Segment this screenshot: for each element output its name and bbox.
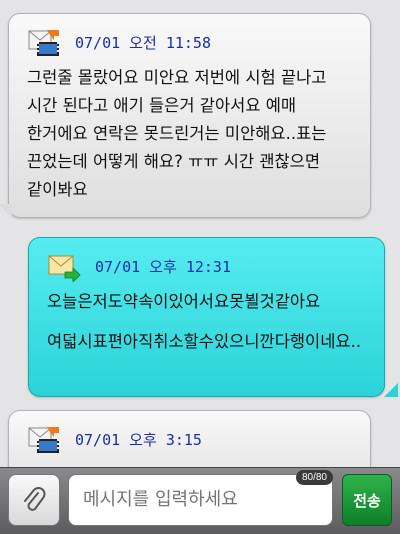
- bubble-tail: [384, 383, 398, 397]
- message-text: 그런줄 몰랐어요 미안요 저번에 시험 끝나고 시간 된다고 애기 들은거 같아…: [27, 68, 327, 199]
- mms-film-icon: [28, 427, 59, 453]
- received-message-bubble[interactable]: 07/01 오후 3:15: [8, 410, 371, 467]
- message-timestamp: 07/01 오후 12:31: [95, 258, 231, 276]
- received-message-bubble[interactable]: 07/01 오전 11:58 그런줄 몰랐어요 미안요 저번에 시험 끝나고 시…: [8, 13, 371, 218]
- attach-button[interactable]: [8, 474, 60, 526]
- message-composer: 80/80 전송: [0, 467, 400, 534]
- sent-message-bubble[interactable]: 07/01 오후 12:31 오늘은저도약속이있어서요못뵐것같아요 여덟시표편아…: [28, 237, 385, 397]
- paperclip-icon: [24, 487, 46, 511]
- message-input[interactable]: [68, 474, 333, 526]
- message-thread[interactable]: 07/01 오전 11:58 그런줄 몰랐어요 미안요 저번에 시험 끝나고 시…: [0, 0, 400, 467]
- send-button[interactable]: 전송: [342, 474, 392, 526]
- character-counter: 80/80: [295, 470, 333, 485]
- message-timestamp: 07/01 오전 11:58: [75, 34, 211, 52]
- message-text: 여덟시표편아직취소할수있으니깐다행이네요..: [47, 332, 362, 351]
- mms-film-icon: [28, 30, 59, 56]
- message-timestamp: 07/01 오후 3:15: [75, 431, 202, 449]
- envelope-send-icon: [48, 255, 81, 282]
- bubble-tail: [0, 204, 12, 218]
- message-text: 오늘은저도약속이있어서요못뵐것같아요: [47, 292, 321, 311]
